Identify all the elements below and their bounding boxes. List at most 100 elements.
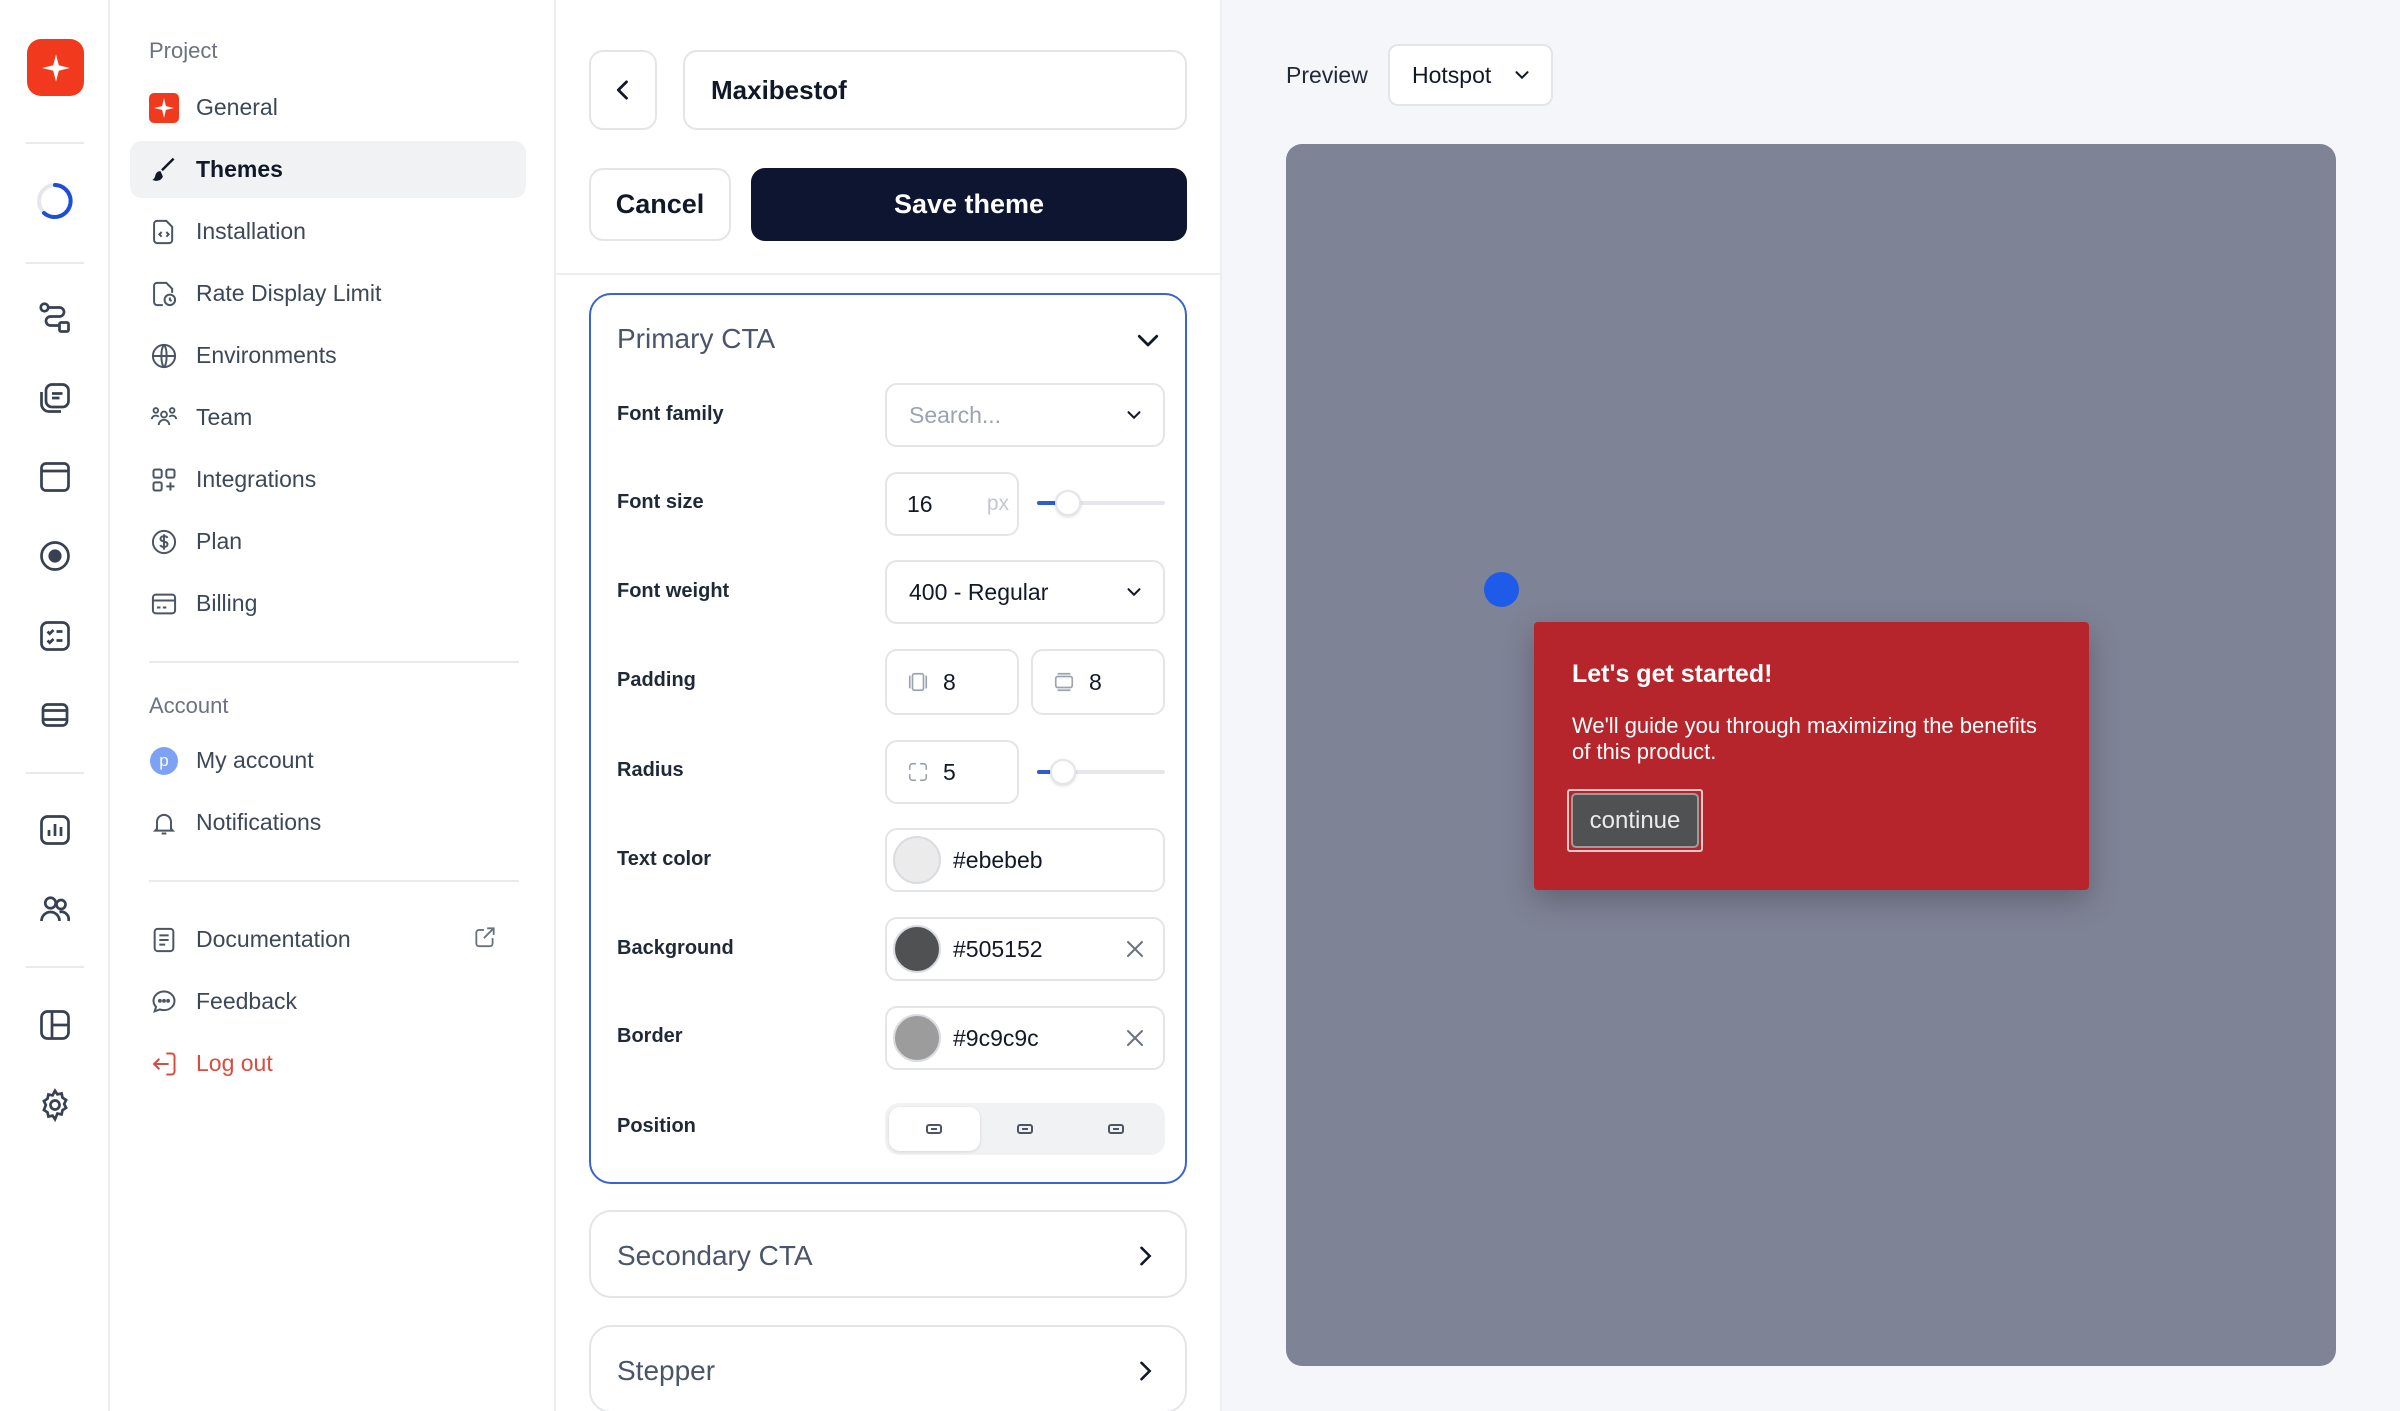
billing-icon: [148, 588, 180, 620]
padding-horizontal-value: 8: [1089, 668, 1102, 695]
nav-item-label: Feedback: [196, 988, 298, 1014]
preview-mode-select[interactable]: Hotspot: [1388, 44, 1553, 106]
padding-vertical-input[interactable]: 8: [885, 649, 1019, 715]
nav-item-installation[interactable]: Installation: [130, 203, 526, 260]
tours-icon[interactable]: [31, 374, 79, 422]
padding-horizontal-input[interactable]: 8: [1031, 649, 1165, 715]
font-size-slider[interactable]: [1037, 490, 1165, 516]
nav-item-label: Documentation: [196, 926, 351, 952]
preview-label: Preview: [1286, 62, 1368, 88]
nav-item-plan[interactable]: Plan: [130, 513, 526, 570]
background-color-input[interactable]: #505152: [885, 917, 1165, 981]
border-color-swatch[interactable]: [893, 1014, 941, 1062]
nav-item-billing[interactable]: Billing: [130, 575, 526, 632]
brand-logo-icon[interactable]: [27, 39, 84, 96]
background-color-swatch[interactable]: [893, 925, 941, 973]
analytics-icon[interactable]: [31, 806, 79, 854]
panel-title[interactable]: Primary CTA: [617, 323, 775, 355]
save-theme-button[interactable]: Save theme: [751, 168, 1187, 241]
chevron-down-icon[interactable]: [1133, 325, 1163, 360]
theme-name-input[interactable]: [683, 50, 1187, 130]
users-icon[interactable]: [31, 885, 79, 933]
align-center-icon: [1017, 1124, 1033, 1134]
nav-item-team[interactable]: Team: [130, 389, 526, 446]
primary-cta-panel: Primary CTA Font family Search... Font s…: [589, 293, 1187, 1184]
padding-horizontal-icon: [1053, 671, 1075, 693]
timer-file-icon: [148, 278, 180, 310]
nav-item-label: Installation: [196, 218, 306, 244]
position-left-option[interactable]: [889, 1107, 980, 1151]
secondary-cta-panel[interactable]: Secondary CTA: [589, 1210, 1187, 1298]
team-icon: [148, 402, 180, 434]
align-left-icon: [926, 1124, 943, 1134]
nav-item-integrations[interactable]: Integrations: [130, 451, 526, 508]
layout-icon[interactable]: [31, 1001, 79, 1049]
clear-icon[interactable]: [1123, 1026, 1147, 1050]
nav-item-notifications[interactable]: Notifications: [130, 794, 526, 851]
nav-item-label: Plan: [196, 528, 243, 554]
nav-divider: [149, 880, 519, 882]
banner-icon[interactable]: [31, 691, 79, 739]
preview-mode-value: Hotspot: [1412, 61, 1492, 88]
logout-icon: [148, 1048, 180, 1080]
checklist-icon[interactable]: [31, 612, 79, 660]
hotspot-icon[interactable]: [31, 532, 79, 580]
padding-vertical-icon: [907, 671, 929, 693]
hotspot-beacon[interactable]: [1484, 572, 1519, 607]
nav-item-label: Team: [196, 404, 253, 430]
rail-divider: [26, 966, 84, 968]
font-weight-value: 400 - Regular: [909, 578, 1049, 605]
chevron-down-icon: [1123, 404, 1145, 426]
nav-item-label: Notifications: [196, 809, 322, 835]
nav-item-my-account[interactable]: p My account: [130, 732, 526, 789]
radius-icon: [907, 761, 929, 783]
nav-item-label: My account: [196, 747, 314, 773]
radius-slider[interactable]: [1037, 759, 1165, 785]
continue-button[interactable]: continue: [1571, 793, 1699, 848]
rail-divider: [26, 142, 84, 144]
slider-handle[interactable]: [1049, 759, 1076, 785]
nav-item-feedback[interactable]: Feedback: [130, 973, 526, 1030]
back-button[interactable]: [589, 50, 657, 130]
nav-item-environments[interactable]: Environments: [130, 327, 526, 384]
font-family-select[interactable]: Search...: [885, 383, 1165, 447]
tooltip-body: We'll guide you through maximizing the b…: [1572, 713, 2037, 764]
position-center-option[interactable]: [980, 1107, 1071, 1151]
bell-icon: [148, 807, 180, 839]
grid-plus-icon: [148, 464, 180, 496]
clear-icon[interactable]: [1123, 937, 1147, 961]
nav-item-rate-display-limit[interactable]: Rate Display Limit: [130, 265, 526, 322]
cancel-button[interactable]: Cancel: [589, 168, 731, 241]
font-size-input[interactable]: 16 px: [885, 472, 1019, 536]
align-right-icon: [1107, 1124, 1124, 1134]
window-icon[interactable]: [31, 453, 79, 501]
chevron-down-icon: [1123, 581, 1145, 603]
nav-item-log-out[interactable]: Log out: [130, 1035, 526, 1092]
document-icon: [148, 924, 180, 956]
stepper-panel[interactable]: Stepper: [589, 1325, 1187, 1411]
cta-focus-ring: continue: [1567, 789, 1703, 852]
nav-item-documentation[interactable]: Documentation: [130, 911, 526, 968]
text-color-input[interactable]: #ebebeb: [885, 828, 1165, 892]
nav-item-general[interactable]: General: [130, 79, 526, 136]
chat-icon: [148, 986, 180, 1018]
font-size-value: 16: [907, 490, 933, 517]
slider-handle[interactable]: [1054, 490, 1081, 516]
chevron-right-icon: [1131, 1242, 1159, 1275]
font-weight-select[interactable]: 400 - Regular: [885, 560, 1165, 624]
text-color-swatch[interactable]: [893, 836, 941, 884]
border-label: Border: [617, 1025, 683, 1047]
border-color-input[interactable]: #9c9c9c: [885, 1006, 1165, 1070]
panel-title: Secondary CTA: [617, 1240, 813, 1271]
brand-logo-icon: [148, 92, 180, 124]
background-label: Background: [617, 937, 734, 959]
radius-input[interactable]: 5: [885, 740, 1019, 804]
settings-gear-icon[interactable]: [31, 1081, 79, 1129]
position-right-option[interactable]: [1070, 1107, 1161, 1151]
nav-item-themes[interactable]: Themes: [130, 141, 526, 198]
panel-title: Stepper: [617, 1355, 716, 1386]
flow-icon[interactable]: [31, 294, 79, 342]
progress-spinner-icon[interactable]: [31, 177, 79, 225]
project-section-title: Project: [149, 38, 218, 63]
chevron-down-icon: [1511, 64, 1533, 86]
